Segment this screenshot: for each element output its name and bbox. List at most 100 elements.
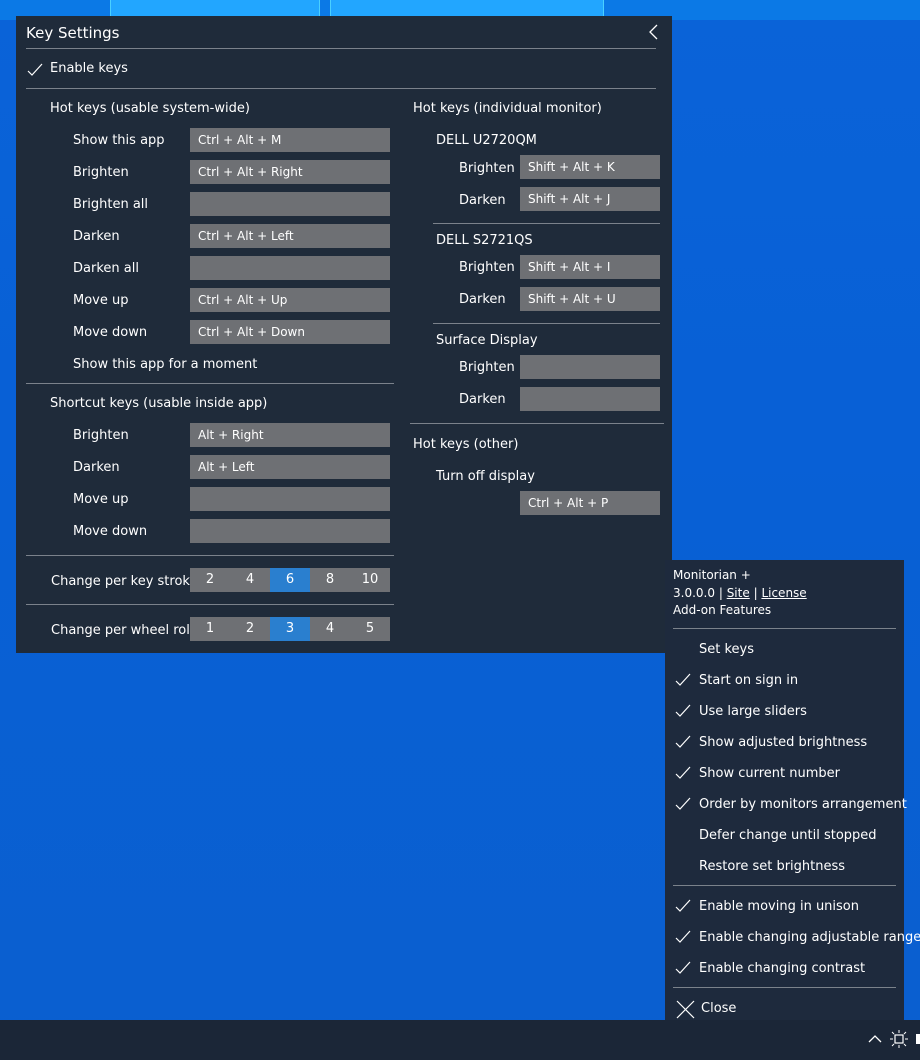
brightness-icon[interactable]	[890, 1030, 908, 1048]
shortcut-move-up-field[interactable]	[190, 487, 390, 511]
version-line: 3.0.0.0 | Site | License	[673, 586, 807, 600]
close-icon[interactable]	[676, 1000, 695, 1019]
row-label: Brighten	[459, 360, 515, 375]
license-link[interactable]: License	[761, 586, 806, 600]
wheel-roll-option[interactable]: 5	[350, 617, 390, 641]
monitor-name: DELL S2721QS	[436, 233, 533, 248]
checkmark-icon	[675, 930, 691, 943]
divider	[673, 987, 896, 988]
key-stroke-option[interactable]: 2	[190, 568, 230, 592]
checkmark-icon	[675, 704, 691, 717]
section-heading-system-wide: Hot keys (usable system-wide)	[50, 101, 250, 116]
row-label: Darken	[459, 193, 506, 208]
monitor1-brighten-field[interactable]: Shift + Alt + K	[520, 155, 660, 179]
hotkey-darken-field[interactable]: Ctrl + Alt + Left	[190, 224, 390, 248]
checkmark-icon	[675, 673, 691, 686]
back-chevron-icon[interactable]	[646, 22, 662, 42]
key-stroke-label: Change per key stroke	[51, 574, 198, 589]
menu-item-changing-contrast[interactable]: Enable changing contrast	[699, 961, 865, 976]
divider	[26, 48, 656, 49]
menu-item-show-adjusted-brightness[interactable]: Show adjusted brightness	[699, 735, 867, 750]
menu-item-set-keys[interactable]: Set keys	[699, 642, 754, 657]
hotkey-brighten-field[interactable]: Ctrl + Alt + Right	[190, 160, 390, 184]
key-stroke-option-selected[interactable]: 6	[270, 568, 310, 592]
row-label: Darken all	[73, 261, 139, 276]
divider	[26, 383, 394, 384]
section-heading-inside-app: Shortcut keys (usable inside app)	[50, 396, 268, 411]
turn-off-display-field[interactable]: Ctrl + Alt + P	[520, 491, 660, 515]
separator: |	[718, 586, 723, 600]
menu-item-order-by-arrangement[interactable]: Order by monitors arrangement	[699, 797, 907, 812]
divider	[26, 555, 394, 556]
separator: |	[753, 586, 758, 600]
taskbar	[0, 1020, 920, 1060]
section-heading-other: Hot keys (other)	[413, 437, 519, 452]
divider	[433, 223, 660, 224]
checkmark-icon	[675, 797, 691, 810]
shortcut-move-down-field[interactable]	[190, 519, 390, 543]
menu-item-defer-change[interactable]: Defer change until stopped	[699, 828, 877, 843]
wheel-roll-option-selected[interactable]: 3	[270, 617, 310, 641]
wheel-roll-option[interactable]: 2	[230, 617, 270, 641]
hotkey-move-down-field[interactable]: Ctrl + Alt + Down	[190, 320, 390, 344]
monitor1-darken-field[interactable]: Shift + Alt + J	[520, 187, 660, 211]
tray-overflow-item[interactable]	[916, 1034, 920, 1044]
wheel-roll-selector: 1 2 3 4 5	[190, 617, 390, 641]
version: 3.0.0.0	[673, 586, 715, 600]
row-label: Move down	[73, 524, 148, 539]
menu-item-show-current-number[interactable]: Show current number	[699, 766, 840, 781]
row-label: Brighten	[73, 165, 129, 180]
key-settings-window: Key Settings Enable keys Hot keys (usabl…	[16, 16, 672, 653]
menu-item-restore-brightness[interactable]: Restore set brightness	[699, 859, 845, 874]
row-label: Brighten	[459, 161, 515, 176]
hotkey-show-app-field[interactable]: Ctrl + Alt + M	[190, 128, 390, 152]
monitor2-darken-field[interactable]: Shift + Alt + U	[520, 287, 660, 311]
monitor3-darken-field[interactable]	[520, 387, 660, 411]
divider	[433, 323, 660, 324]
menu-item-large-sliders[interactable]: Use large sliders	[699, 704, 807, 719]
key-stroke-option[interactable]: 8	[310, 568, 350, 592]
row-label: Darken	[73, 229, 120, 244]
system-tray	[868, 1030, 920, 1048]
hotkey-brighten-all-field[interactable]	[190, 192, 390, 216]
hotkey-darken-all-field[interactable]	[190, 256, 390, 280]
hotkey-move-up-field[interactable]: Ctrl + Alt + Up	[190, 288, 390, 312]
show-app-moment-label: Show this app for a moment	[73, 357, 258, 372]
monitor2-brighten-field[interactable]: Shift + Alt + I	[520, 255, 660, 279]
wheel-roll-option[interactable]: 1	[190, 617, 230, 641]
row-label: Darken	[459, 392, 506, 407]
divider	[26, 88, 656, 89]
menu-item-moving-in-unison[interactable]: Enable moving in unison	[699, 899, 859, 914]
menu-item-start-on-sign-in[interactable]: Start on sign in	[699, 673, 798, 688]
monitor-name: DELL U2720QM	[436, 133, 537, 148]
app-menu: Monitorian + 3.0.0.0 | Site | License Ad…	[665, 560, 920, 1020]
row-label: Move up	[73, 492, 129, 507]
turn-off-display-label: Turn off display	[436, 469, 535, 484]
checkmark-icon[interactable]	[27, 63, 43, 77]
site-link[interactable]: Site	[727, 586, 750, 600]
row-label: Move up	[73, 293, 129, 308]
enable-keys-toggle[interactable]: Enable keys	[50, 61, 128, 76]
checkmark-icon	[675, 961, 691, 974]
key-stroke-option[interactable]: 10	[350, 568, 390, 592]
row-label: Brighten	[73, 428, 129, 443]
shortcut-darken-field[interactable]: Alt + Left	[190, 455, 390, 479]
menu-item-close[interactable]: Close	[701, 1001, 736, 1016]
menu-item-adjustable-range[interactable]: Enable changing adjustable range	[699, 930, 920, 945]
wheel-roll-label: Change per wheel roll	[51, 623, 194, 638]
monitor3-brighten-field[interactable]	[520, 355, 660, 379]
key-stroke-selector: 2 4 6 8 10	[190, 568, 390, 592]
row-label: Darken	[73, 460, 120, 475]
window-title: Key Settings	[26, 24, 120, 42]
app-name: Monitorian +	[673, 568, 751, 582]
shortcut-brighten-field[interactable]: Alt + Right	[190, 423, 390, 447]
addon-features-label: Add-on Features	[673, 603, 772, 617]
divider	[26, 604, 394, 605]
chevron-up-icon[interactable]	[868, 1034, 882, 1044]
key-stroke-option[interactable]: 4	[230, 568, 270, 592]
wheel-roll-option[interactable]: 4	[310, 617, 350, 641]
monitor-name: Surface Display	[436, 333, 538, 348]
divider	[673, 885, 896, 886]
row-label: Darken	[459, 292, 506, 307]
row-label: Show this app	[73, 133, 165, 148]
